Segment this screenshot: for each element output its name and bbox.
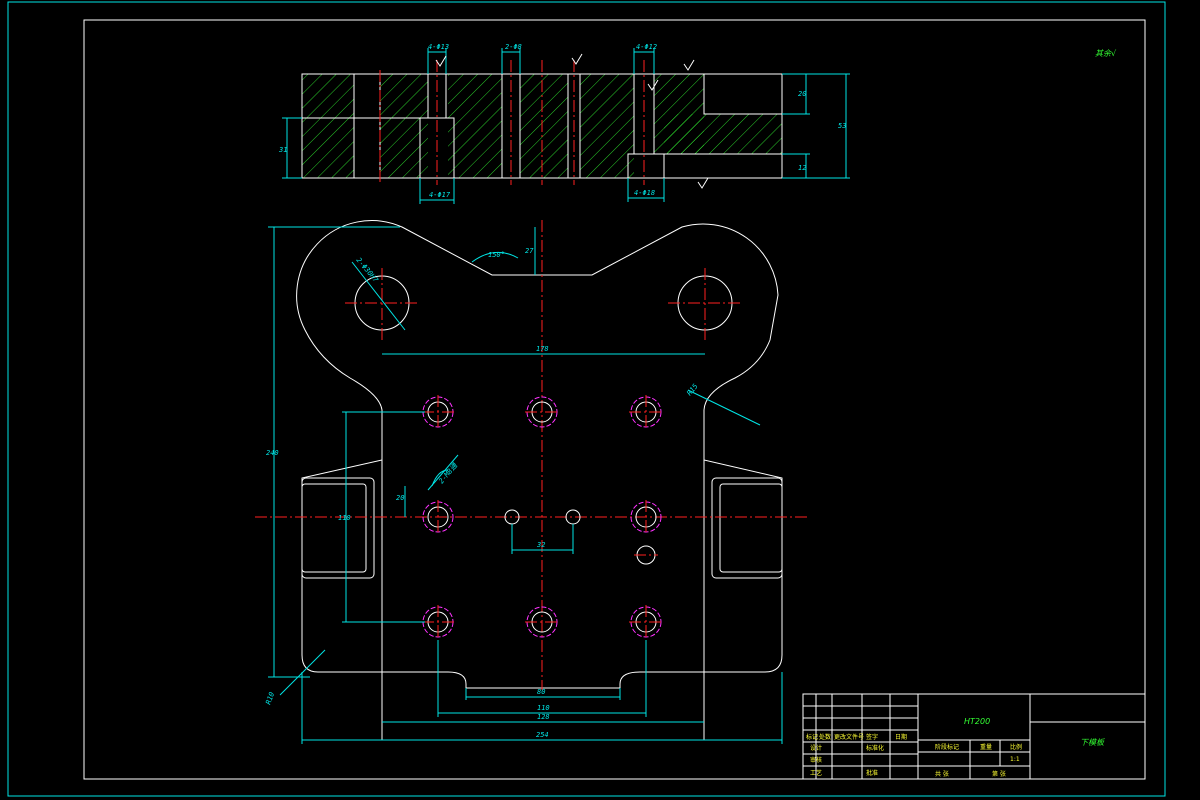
dim-bottom-right-text: 4-Φ18 (634, 189, 655, 197)
counterbore-hole (422, 605, 455, 640)
left-slot-outer (301, 477, 375, 579)
dim-top-mid-text: 2-Φ8 (505, 43, 522, 51)
dim-pin-spacing-text: 32 (536, 541, 545, 549)
roughness-symbol-5 (697, 177, 709, 189)
counterbore-hole (629, 605, 663, 640)
tb-label-mark: 标记 (806, 733, 818, 741)
roughness-symbol-3 (683, 59, 695, 71)
section-rect-left (353, 73, 381, 179)
tb-label-check: 审核 (810, 756, 822, 764)
dim-r15-leader (687, 389, 761, 426)
dim-right-step-text: 12 (798, 164, 806, 172)
section-hatch-1 (302, 74, 354, 178)
tb-label-sheet: 共 张 (935, 770, 949, 778)
section-hatch-7 (664, 114, 782, 154)
dim-offset-20-text: 20 (396, 494, 404, 502)
tb-label-standard: 标准化 (866, 744, 884, 752)
counterbore-hole (525, 606, 559, 638)
tb-label-sheet-no: 第 张 (992, 770, 1006, 778)
counterbore-hole (629, 395, 663, 430)
tb-label-sign: 签字 (866, 733, 878, 741)
left-slot-inner (301, 483, 367, 573)
section-hatch-2 (380, 74, 428, 178)
tb-label-count: 处数 (819, 733, 831, 741)
dim-notch-text: 80 (537, 688, 545, 696)
tb-label-weight: 重量 (980, 743, 992, 751)
section-hatch-3 (448, 74, 502, 178)
dim-top-left-text: 4-Φ13 (428, 43, 449, 51)
dim-total-width-text: 254 (536, 731, 549, 739)
section-hatch-5 (580, 74, 634, 178)
dim-bottom-left-text: 4-Φ17 (429, 191, 451, 199)
dim-ear-hole-leader (351, 261, 406, 331)
tb-part-name: 下模板 (1080, 738, 1105, 747)
right-slot-outer (711, 477, 783, 579)
dim-left-height-text: 31 (278, 146, 287, 154)
dim-top-depth-text: 27 (525, 247, 534, 255)
dim-r10-text: R10 (264, 691, 276, 706)
dim-right-slot-text: 20 (798, 90, 806, 98)
cad-drawing: 其余√ 4-Φ13 2-Φ8 4-Φ12 4-Φ17 4-Φ18 31 53 2… (7, 1, 1166, 797)
tb-label-design: 设计 (810, 744, 822, 752)
tb-label-approve: 批准 (866, 769, 878, 777)
dim-ear-spacing-text: 178 (536, 345, 549, 353)
dim-angle-text: 150° (488, 251, 505, 259)
tb-label-process: 工艺 (810, 769, 822, 777)
tb-label-date: 日期 (895, 733, 907, 741)
tb-label-zone: 更改文件号 (834, 733, 864, 741)
dim-inner-128-text: 128 (537, 713, 550, 721)
tb-material: HT200 (964, 717, 990, 726)
dim-right-total-text: 53 (838, 122, 846, 130)
title-block: 标记 处数 更改文件号 签字 日期 设计 标准化 审核 工艺 批准 阶段标记 重… (802, 693, 1146, 780)
tb-label-scale: 比例 (1010, 743, 1022, 751)
roughness-note: 其余√ (1095, 49, 1117, 58)
dim-thread-text: 2-M8通 (437, 461, 459, 485)
section-view: 4-Φ13 2-Φ8 4-Φ12 4-Φ17 4-Φ18 31 53 20 12 (278, 43, 850, 204)
tb-label-stage: 阶段标记 (935, 743, 959, 751)
plate-outline (296, 220, 783, 689)
dim-inner-110-text: 110 (537, 704, 550, 712)
dim-top-right-text: 4-Φ12 (636, 43, 657, 51)
plan-view: 178 240 110 20 27 150° 2-Φ30H7 R15 2-M8通… (255, 220, 810, 744)
right-slot-inner (719, 483, 783, 573)
section-hatch-4 (520, 74, 568, 178)
counterbore-hole (422, 395, 455, 430)
counterbore-hole (525, 396, 559, 428)
tb-scale-value: 1:1 (1010, 756, 1020, 763)
dim-total-height-text: 240 (266, 449, 279, 457)
dim-vertical-110-text: 110 (338, 514, 351, 522)
